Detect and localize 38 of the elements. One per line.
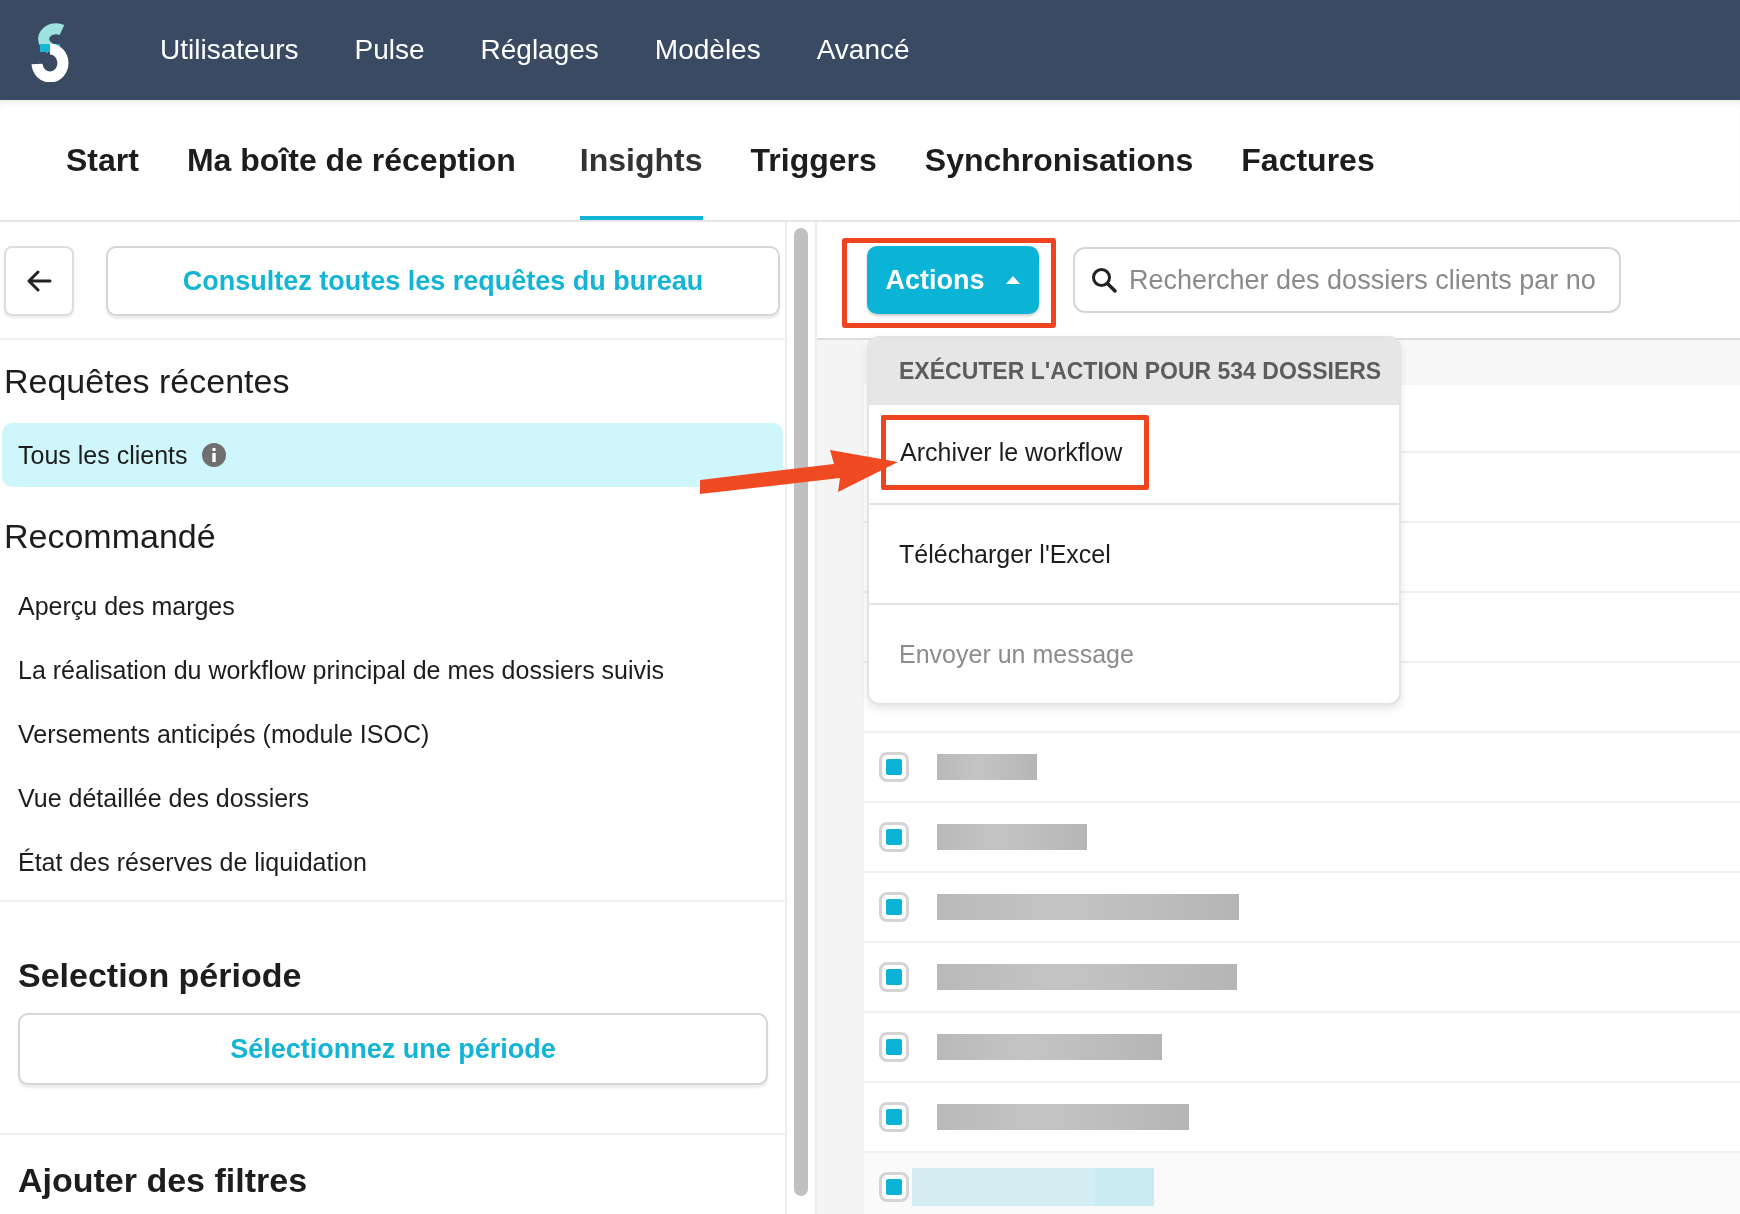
menu-item[interactable]: Télécharger l'Excel	[869, 503, 1399, 603]
nav-link[interactable]: Utilisateurs	[160, 34, 299, 66]
search-icon	[1091, 267, 1117, 293]
checkbox[interactable]	[879, 1172, 909, 1202]
tab[interactable]: Triggers	[750, 100, 877, 220]
tab[interactable]: Factures	[1241, 100, 1375, 220]
query-item[interactable]: Tous les clients	[2, 423, 783, 487]
tab[interactable]: Ma boîte de réception	[186, 100, 516, 220]
section-title: Selection période	[18, 956, 303, 995]
section-title: Requêtes récentes	[4, 362, 291, 401]
section-title: Ajouter des filtres	[18, 1161, 309, 1200]
checkbox[interactable]	[879, 822, 909, 852]
tab[interactable]: Insights	[579, 100, 703, 220]
checkbox[interactable]	[879, 892, 909, 922]
checkbox[interactable]	[879, 1032, 909, 1062]
search-field[interactable]: Rechercher des dossiers clients par no	[1073, 247, 1621, 313]
back-button[interactable]	[4, 246, 74, 316]
tab[interactable]: Synchronisations	[924, 100, 1194, 220]
info-icon[interactable]	[201, 443, 226, 467]
nav-link[interactable]: Modèles	[654, 34, 761, 66]
nav-link[interactable]: Pulse	[354, 34, 425, 66]
scrollbar[interactable]	[794, 228, 808, 1196]
query-item[interactable]: Aperçu des marges	[0, 590, 785, 654]
tab[interactable]: Start	[66, 100, 139, 220]
query-item[interactable]: La réalisation du workflow principal de mes dossiers suivis	[0, 654, 785, 718]
checkbox[interactable]	[879, 1102, 909, 1132]
checkbox[interactable]	[879, 752, 909, 782]
query-item[interactable]: Versements anticipés (module ISOC)	[0, 718, 785, 782]
checkbox[interactable]	[879, 962, 909, 992]
query-item[interactable]: Vue détaillée des dossiers	[0, 782, 785, 846]
menu-header: EXÉCUTER L'ACTION POUR 534 DOSSIERS	[869, 338, 1399, 405]
menu-item[interactable]: Archiver le workflow	[869, 405, 1399, 503]
nav-link[interactable]: Avancé	[816, 34, 910, 66]
back-arrow-icon	[26, 270, 52, 292]
nav-link[interactable]: Réglages	[480, 34, 599, 66]
section-title: Recommandé	[4, 517, 217, 556]
query-item[interactable]: État des réserves de liquidation	[0, 846, 785, 900]
caret-icon	[1004, 275, 1021, 285]
